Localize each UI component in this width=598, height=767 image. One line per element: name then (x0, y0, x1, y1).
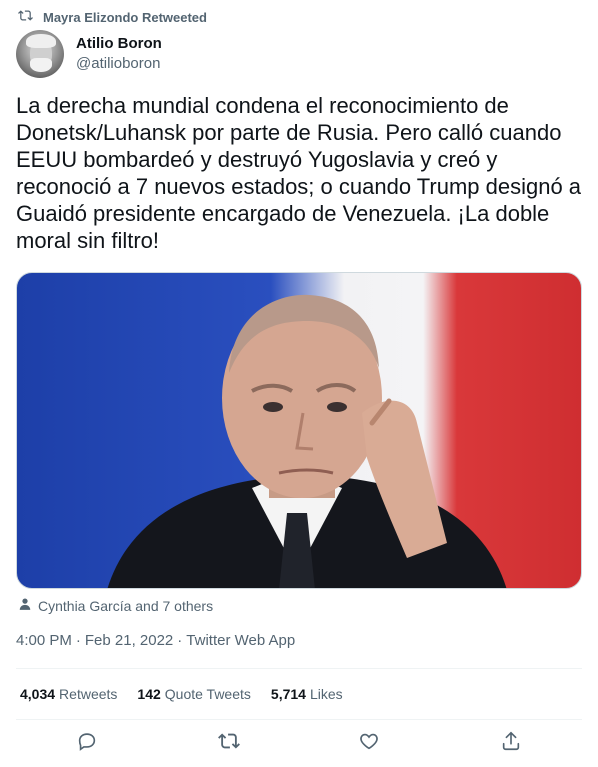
retweet-banner-text: Mayra Elizondo Retweeted (43, 9, 207, 25)
reply-icon[interactable] (76, 730, 98, 752)
action-bar (0, 730, 598, 756)
retweet-icon[interactable] (218, 730, 240, 752)
likes-count: 5,714 (270, 686, 306, 702)
retweets-label: Retweets (59, 686, 118, 702)
engagement-stats: 4,034 Retweets 142 Quote Tweets 5,714 Li… (20, 686, 343, 702)
tweet-media-image[interactable] (16, 272, 582, 589)
share-icon[interactable] (500, 730, 522, 752)
author-row: Atilio Boron @atilioboron (16, 30, 162, 78)
tagged-people[interactable]: Cynthia García and 7 others (18, 597, 213, 614)
retweet-icon (18, 8, 33, 26)
divider (16, 668, 582, 669)
tagged-people-text: Cynthia García and 7 others (38, 597, 214, 614)
author-handle[interactable]: @atilioboron (76, 54, 162, 74)
avatar[interactable] (16, 30, 64, 78)
retweets-count: 4,034 (20, 686, 56, 702)
meta-separator: · (75, 632, 81, 649)
author-display-name[interactable]: Atilio Boron (76, 34, 162, 54)
like-icon[interactable] (358, 730, 380, 752)
tweet-metadata: 4:00 PM · Feb 21, 2022 · Twitter Web App (16, 632, 295, 649)
likes-stat[interactable]: 5,714 Likes (271, 686, 343, 702)
tweet-time[interactable]: 4:00 PM (16, 632, 72, 649)
quote-tweets-count: 142 (137, 686, 161, 702)
meta-separator: · (177, 632, 183, 649)
quote-tweets-stat[interactable]: 142 Quote Tweets (137, 686, 251, 702)
quote-tweets-label: Quote Tweets (164, 686, 251, 702)
tweet-text: La derecha mundial condena el reconocimi… (16, 93, 582, 253)
retweet-banner[interactable]: Mayra Elizondo Retweeted (18, 8, 207, 26)
tweet-date[interactable]: Feb 21, 2022 (85, 632, 173, 649)
person-icon (18, 597, 32, 614)
likes-label: Likes (309, 686, 343, 702)
tweet-source[interactable]: Twitter Web App (186, 632, 295, 649)
retweets-stat[interactable]: 4,034 Retweets (20, 686, 117, 702)
divider (16, 719, 582, 720)
